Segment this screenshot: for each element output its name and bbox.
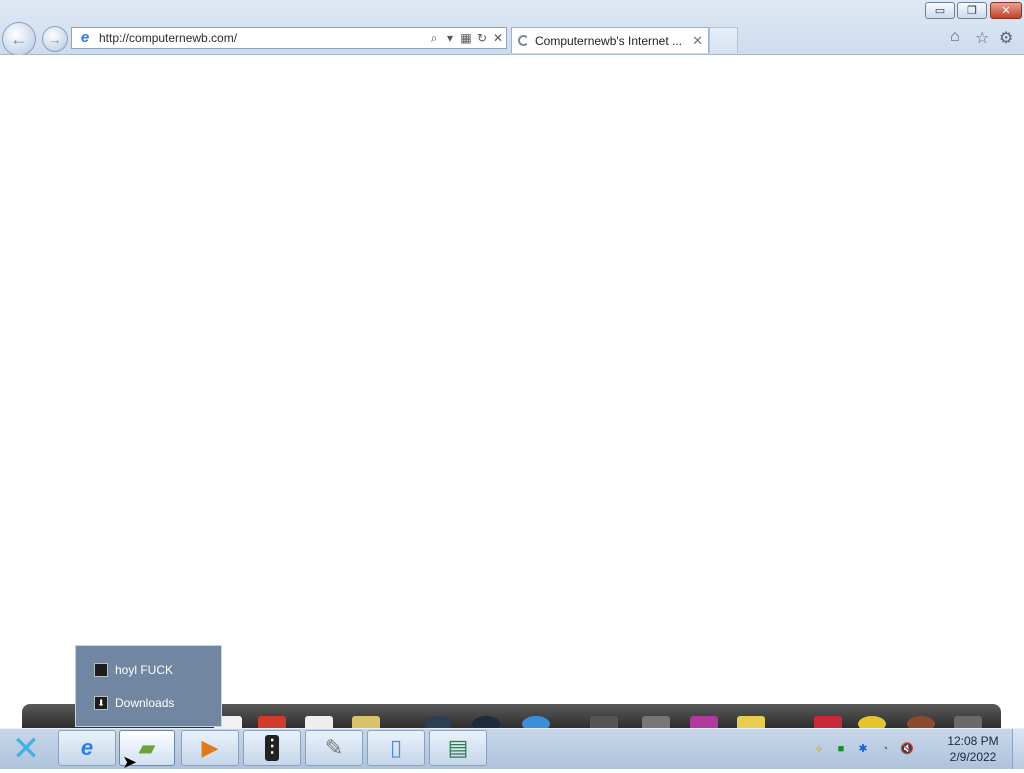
tab-title: Computernewb's Internet ...	[535, 33, 683, 48]
refresh-icon[interactable]: ↻	[474, 31, 490, 45]
minimize-button[interactable]: ▭	[925, 2, 955, 19]
taskbar-button-notepad[interactable]: ✎	[305, 730, 363, 766]
arrow-right-icon: →	[48, 31, 62, 47]
system-tray: ⟡ ■ ✱ ◔ 🔇	[812, 739, 914, 759]
loading-spinner-icon	[518, 35, 529, 46]
clock[interactable]: 12:08 PM 2/9/2022	[940, 733, 1006, 765]
jump-list-popup: hoyl FUCK ⬇ Downloads	[75, 645, 222, 727]
download-icon: ⬇	[94, 696, 108, 710]
browser-chrome: ▭ ❐ ✕ ← → e http://computernewb.com/ ⌕ ▾…	[0, 0, 1024, 56]
bluetooth-icon[interactable]: ✱	[856, 742, 870, 756]
address-bar[interactable]: e http://computernewb.com/ ⌕ ▾ ▦ ↻ ✕	[71, 27, 507, 49]
jump-list-item[interactable]: ⬇ Downloads	[94, 693, 174, 713]
search-icon[interactable]: ⌕	[426, 31, 442, 46]
forward-button[interactable]: →	[42, 26, 68, 52]
taskbar-button-network-monitor[interactable]: ▤	[429, 730, 487, 766]
network-monitor-icon: ▤	[447, 735, 469, 760]
network-icon[interactable]: ◔	[878, 742, 892, 756]
taskbar-button-document[interactable]: ▯	[367, 730, 425, 766]
document-icon: ▯	[389, 735, 403, 760]
taskbar-button-internet-explorer[interactable]: e	[58, 730, 116, 766]
volume-muted-icon[interactable]: 🔇	[900, 742, 914, 756]
show-desktop-button[interactable]	[1012, 729, 1024, 769]
ie-page-icon: e	[80, 29, 90, 46]
play-icon: ▶	[201, 735, 219, 760]
mixer-icon: ⫶	[265, 735, 279, 761]
notepad-icon: ✎	[324, 735, 344, 760]
arrow-left-icon: ←	[10, 28, 28, 49]
favorites-star-icon[interactable]: ☆	[975, 28, 989, 48]
clock-date: 2/9/2022	[949, 750, 997, 764]
back-button[interactable]: ←	[2, 22, 36, 56]
browser-tab[interactable]: Computernewb's Internet ... ✕	[511, 27, 709, 53]
taskbar: ✕ e ▰ ▶ ⫶ ✎ ▯ ▤ ⟡ ■ ✱ ◔ 🔇 12:08 PM 2/9/2…	[0, 728, 1024, 769]
gear-icon[interactable]: ⚙	[999, 28, 1013, 48]
tab-close-icon[interactable]: ✕	[692, 33, 703, 49]
stop-icon[interactable]: ✕	[490, 31, 506, 45]
taskbar-button-mixer[interactable]: ⫶	[243, 730, 301, 766]
compatibility-view-icon[interactable]: ▦	[458, 31, 474, 45]
jump-list-item[interactable]: hoyl FUCK	[94, 660, 173, 680]
jump-list-item-label: Downloads	[115, 696, 175, 710]
url-text[interactable]: http://computernewb.com/	[99, 31, 426, 45]
home-icon[interactable]: ⌂	[950, 28, 960, 46]
book-icon	[94, 663, 108, 677]
color-wheel-icon[interactable]: ⟡	[812, 742, 826, 756]
internet-explorer-icon: e	[80, 735, 94, 760]
close-button[interactable]: ✕	[990, 2, 1022, 19]
new-tab-button[interactable]	[709, 27, 738, 53]
page-content	[0, 55, 1024, 704]
jump-list-item-label: hoyl FUCK	[115, 663, 174, 677]
mouse-cursor-icon: ➤	[122, 752, 138, 772]
taskbar-button-media-player[interactable]: ▶	[181, 730, 239, 766]
restore-button[interactable]: ❐	[957, 2, 987, 19]
folder-icon: ▰	[138, 735, 156, 760]
green-square-icon[interactable]: ■	[834, 742, 848, 756]
chevron-down-icon[interactable]: ▾	[442, 31, 458, 45]
clock-time: 12:08 PM	[947, 734, 999, 748]
start-button[interactable]: ✕	[5, 732, 47, 766]
